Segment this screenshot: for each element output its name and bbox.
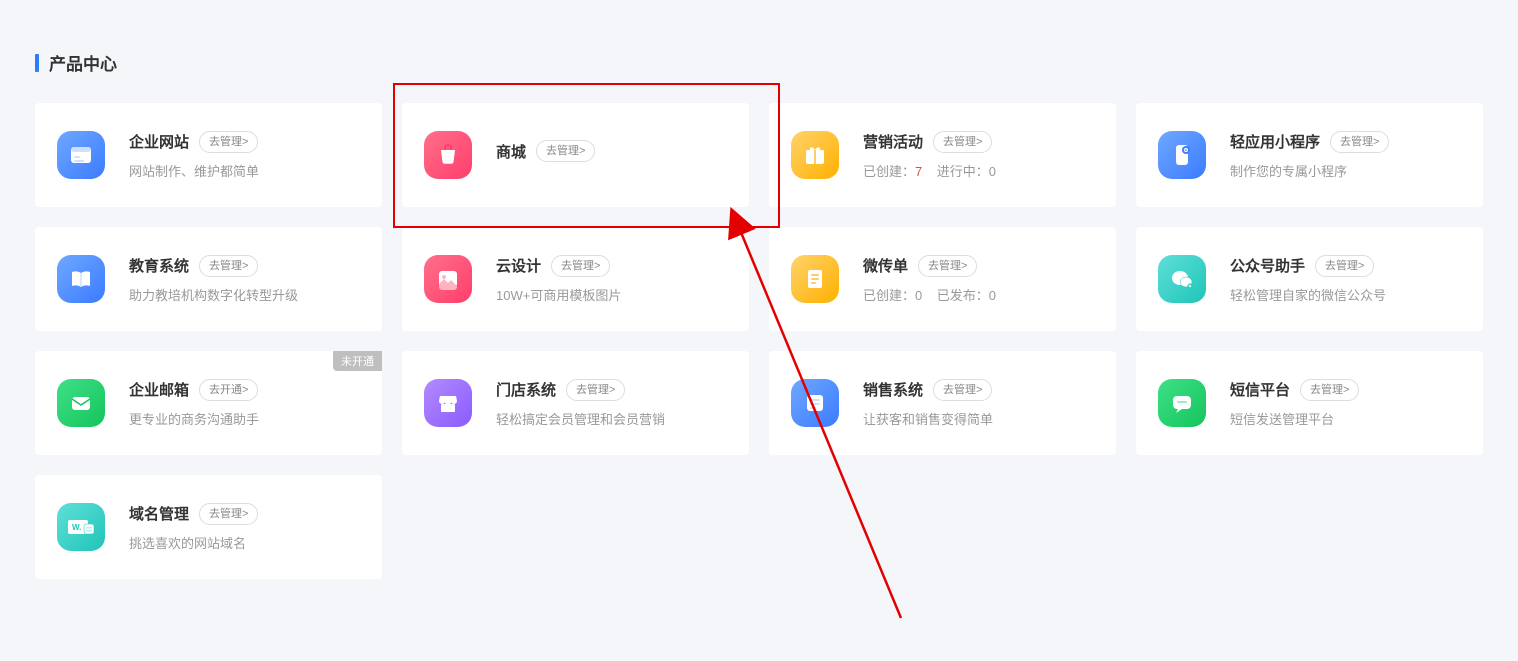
card-title: 公众号助手: [1230, 255, 1305, 276]
card-desc: 短信发送管理平台: [1230, 409, 1461, 428]
card-title: 门店系统: [496, 379, 556, 400]
card-title: 云设计: [496, 255, 541, 276]
manage-button[interactable]: 去管理>: [199, 255, 258, 277]
sales-icon: [791, 379, 839, 427]
manage-button[interactable]: 去管理>: [1330, 131, 1389, 153]
card-stats: 已创建：7 进行中：0: [863, 161, 1094, 180]
card-education[interactable]: 教育系统 去管理> 助力教培机构数字化转型升级: [35, 227, 382, 331]
section-title: 产品中心: [49, 50, 117, 75]
card-design[interactable]: 云设计 去管理> 10W+可商用模板图片: [402, 227, 749, 331]
shop-icon: [424, 131, 472, 179]
manage-button[interactable]: 去管理>: [199, 131, 258, 153]
manage-button[interactable]: 去管理>: [933, 379, 992, 401]
card-shop[interactable]: 商城 去管理>: [402, 103, 749, 207]
gift-icon: [791, 131, 839, 179]
manage-button[interactable]: 去管理>: [918, 255, 977, 277]
card-desc: 让获客和销售变得简单: [863, 409, 1094, 428]
card-title: 销售系统: [863, 379, 923, 400]
manage-button[interactable]: 去管理>: [551, 255, 610, 277]
card-store[interactable]: 门店系统 去管理> 轻松搞定会员管理和会员营销: [402, 351, 749, 455]
card-title: 域名管理: [129, 503, 189, 524]
card-title: 商城: [496, 141, 526, 162]
sms-icon: [1158, 379, 1206, 427]
title-accent-bar: [35, 54, 39, 72]
card-desc: 网站制作、维护都简单: [129, 161, 360, 180]
card-desc: 轻松搞定会员管理和会员营销: [496, 409, 727, 428]
card-sms[interactable]: 短信平台 去管理> 短信发送管理平台: [1136, 351, 1483, 455]
card-desc: 制作您的专属小程序: [1230, 161, 1461, 180]
manage-button[interactable]: 去管理>: [199, 503, 258, 525]
card-desc: 更专业的商务沟通助手: [129, 409, 360, 428]
manage-button[interactable]: 去管理>: [536, 140, 595, 162]
card-title: 企业网站: [129, 131, 189, 152]
card-title: 微传单: [863, 255, 908, 276]
card-website[interactable]: 企业网站 去管理> 网站制作、维护都简单: [35, 103, 382, 207]
mail-icon: [57, 379, 105, 427]
card-title: 轻应用小程序: [1230, 131, 1320, 152]
card-flyer[interactable]: 微传单 去管理> 已创建：0 已发布：0: [769, 227, 1116, 331]
manage-button[interactable]: 去管理>: [1300, 379, 1359, 401]
card-title: 企业邮箱: [129, 379, 189, 400]
website-icon: [57, 131, 105, 179]
card-mail[interactable]: 未开通 企业邮箱 去开通> 更专业的商务沟通助手: [35, 351, 382, 455]
card-stats: 已创建：0 已发布：0: [863, 285, 1094, 304]
card-desc: 助力教培机构数字化转型升级: [129, 285, 360, 304]
manage-button[interactable]: 去管理>: [933, 131, 992, 153]
card-miniprogram[interactable]: 轻应用小程序 去管理> 制作您的专属小程序: [1136, 103, 1483, 207]
wechat-icon: [1158, 255, 1206, 303]
svg-text:W.: W.: [72, 523, 81, 532]
card-title: 短信平台: [1230, 379, 1290, 400]
card-desc: 挑选喜欢的网站域名: [129, 533, 360, 552]
card-desc: 轻松管理自家的微信公众号: [1230, 285, 1461, 304]
domain-icon: W.: [57, 503, 105, 551]
miniprogram-icon: [1158, 131, 1206, 179]
card-sales[interactable]: 销售系统 去管理> 让获客和销售变得简单: [769, 351, 1116, 455]
manage-button[interactable]: 去管理>: [1315, 255, 1374, 277]
not-enabled-tag: 未开通: [333, 351, 382, 371]
product-grid: 企业网站 去管理> 网站制作、维护都简单 商城 去管理>: [35, 103, 1483, 579]
card-marketing[interactable]: 营销活动 去管理> 已创建：7 进行中：0: [769, 103, 1116, 207]
product-center-section: 产品中心 企业网站 去管理> 网站制作、维护都简单 商城: [0, 0, 1518, 599]
card-domain[interactable]: W. 域名管理 去管理> 挑选喜欢的网站域名: [35, 475, 382, 579]
card-title: 教育系统: [129, 255, 189, 276]
store-icon: [424, 379, 472, 427]
image-icon: [424, 255, 472, 303]
open-button[interactable]: 去开通>: [199, 379, 258, 401]
flyer-icon: [791, 255, 839, 303]
card-title: 营销活动: [863, 131, 923, 152]
manage-button[interactable]: 去管理>: [566, 379, 625, 401]
section-header: 产品中心: [35, 50, 1483, 75]
card-wechat-helper[interactable]: 公众号助手 去管理> 轻松管理自家的微信公众号: [1136, 227, 1483, 331]
card-desc: 10W+可商用模板图片: [496, 285, 727, 304]
book-icon: [57, 255, 105, 303]
